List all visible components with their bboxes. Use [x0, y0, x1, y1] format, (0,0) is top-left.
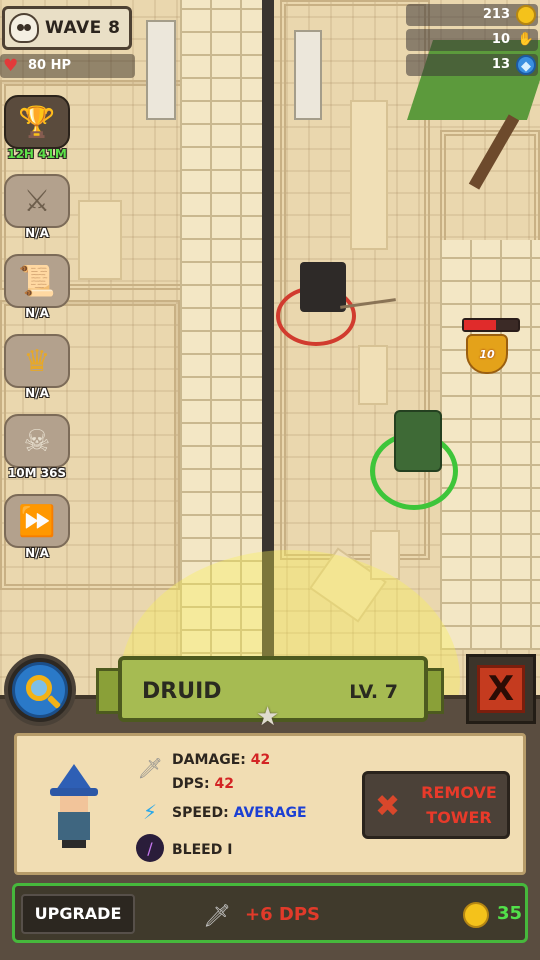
wizard-hat: [56, 764, 92, 790]
skeleton-post: [146, 20, 176, 120]
game-map[interactable]: 10: [0, 0, 540, 700]
damage-label: DAMAGE:: [172, 752, 246, 768]
scroll-icon: 📜: [4, 254, 70, 308]
wizard-face: [60, 796, 88, 812]
druid-portrait: [48, 764, 100, 848]
gem-icon: ◆: [516, 55, 536, 75]
coin-icon: [516, 5, 536, 25]
gold-counter: 213: [406, 4, 538, 26]
star-icon: ★: [256, 702, 280, 732]
ability-label: 12H 41M: [7, 147, 67, 161]
ability-label: N/A: [25, 386, 49, 400]
lightning-icon: ⚡: [142, 800, 158, 824]
remove-icon: ✖: [375, 789, 401, 824]
gem-counter: 13 ◆: [406, 54, 538, 76]
ability-scroll[interactable]: 📜 N/A: [2, 254, 72, 326]
hand-icon: ✋: [517, 32, 535, 47]
damage-value: 42: [250, 752, 271, 768]
wizard-hat-brim: [50, 788, 98, 796]
wave-indicator: WAVE 8: [2, 6, 132, 50]
remove-label-line2: TOWER: [426, 808, 492, 827]
close-icon: X: [477, 665, 525, 713]
brick-path: [440, 240, 540, 650]
wizard-robe: [58, 812, 90, 840]
gold-value: 213: [482, 7, 510, 22]
gem-value: 13: [491, 57, 510, 72]
hand-counter: 10 ✋: [406, 29, 538, 51]
ability-label: 10M 36S: [7, 466, 67, 480]
effect-stat: BLEED I: [172, 842, 232, 858]
hp-label: 80 HP: [28, 58, 72, 73]
remove-tower-label: REMOVE TOWER: [409, 780, 509, 830]
hand-value: 10: [491, 32, 510, 47]
coin-icon: [463, 902, 489, 928]
remove-label-line1: REMOVE: [421, 783, 497, 802]
dps-stat: DPS: 42: [172, 776, 234, 792]
upgrade-cost: 35: [497, 903, 523, 924]
enemy-unit[interactable]: [300, 262, 346, 312]
inspect-button-face: [12, 662, 68, 718]
tower-name: DRUID: [142, 679, 222, 704]
pillar: [350, 100, 388, 250]
ability-trophy[interactable]: 🏆 12H 41M: [2, 95, 72, 167]
ability-label: N/A: [25, 546, 49, 560]
ability-label: N/A: [25, 226, 49, 240]
pillar: [358, 345, 388, 405]
wave-label: WAVE 8: [45, 18, 121, 38]
enemy-health-fill: [464, 320, 497, 330]
damage-popup: 10: [466, 334, 508, 374]
fast-forward-icon: ⏩: [4, 494, 70, 548]
ability-swords[interactable]: ⚔ N/A: [2, 174, 72, 246]
bleed-icon: /: [136, 834, 164, 862]
hp-indicator: ♥ 80 HP: [0, 54, 135, 78]
speed-label: SPEED:: [172, 805, 229, 821]
sword-icon: 🗡: [137, 756, 163, 780]
remove-tower-button[interactable]: ✖ REMOVE TOWER: [362, 771, 510, 839]
skull-icon: ☠: [4, 414, 70, 468]
enemy-health-bar: [462, 318, 520, 332]
block-ruin: [78, 200, 122, 280]
ability-fast-forward[interactable]: ⏩ N/A: [2, 494, 72, 566]
upgrade-bar: UPGRADE 🗡 +6 DPS 35: [12, 883, 528, 943]
ability-crown[interactable]: ♛ N/A: [2, 334, 72, 406]
tower-level: LV. 7: [349, 681, 398, 703]
ability-skull[interactable]: ☠ 10M 36S: [2, 414, 72, 486]
ability-label: N/A: [25, 306, 49, 320]
skull-icon: [9, 13, 39, 43]
skeleton-post: [294, 30, 322, 120]
upgrade-gain: +6 DPS: [245, 904, 320, 925]
crown-icon: ♛: [4, 334, 70, 388]
upgrade-button[interactable]: UPGRADE: [21, 894, 135, 934]
search-icon-handle: [46, 694, 62, 710]
dps-label: DPS:: [172, 776, 210, 792]
speed-value: AVERAGE: [233, 805, 307, 821]
druid-tower-unit[interactable]: [394, 410, 442, 472]
wizard-legs: [62, 840, 86, 848]
sword-icon: 🗡: [203, 904, 231, 929]
trophy-icon: 🏆: [4, 95, 70, 149]
close-button[interactable]: X: [466, 654, 536, 724]
speed-stat: SPEED: AVERAGE: [172, 805, 307, 821]
dps-value: 42: [214, 776, 234, 792]
heart-icon: ♥: [3, 56, 19, 76]
crossed-swords-icon: ⚔: [4, 174, 70, 228]
damage-stat: DAMAGE: 42: [172, 752, 270, 768]
effect-value: BLEED I: [172, 842, 233, 858]
inspect-button[interactable]: [4, 654, 76, 726]
